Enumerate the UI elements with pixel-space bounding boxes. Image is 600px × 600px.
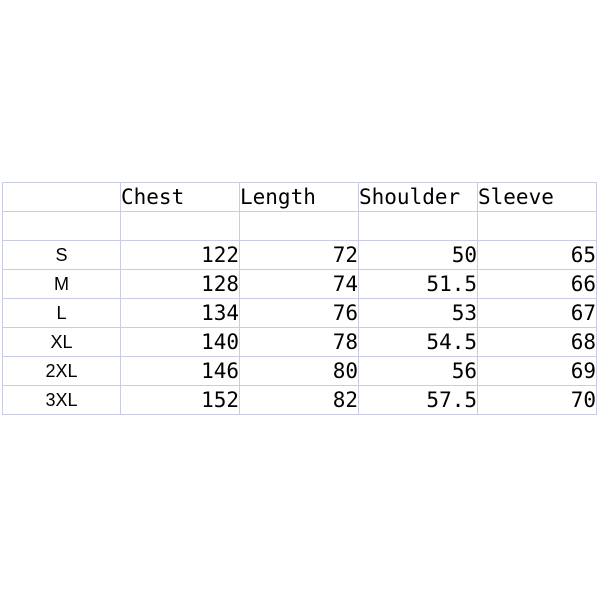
cell-chest: 140 (120, 327, 240, 357)
table-spacer-row (2, 211, 597, 241)
table-row: 2XL 146 80 56 69 (2, 356, 597, 386)
cell-sleeve: 70 (477, 385, 597, 415)
table-row: M 128 74 51.5 66 (2, 269, 597, 299)
cell-length: 72 (239, 240, 359, 270)
cell-shoulder: 50 (358, 240, 478, 270)
cell-size: M (2, 269, 121, 299)
cell-sleeve: 65 (477, 240, 597, 270)
cell-sleeve: 69 (477, 356, 597, 386)
header-cell-shoulder: Shoulder (358, 182, 478, 212)
cell-chest: 122 (120, 240, 240, 270)
cell-shoulder: 54.5 (358, 327, 478, 357)
cell-chest: 152 (120, 385, 240, 415)
table-header-row: Chest Length Shoulder Sleeve (2, 182, 597, 212)
cell-length: 82 (239, 385, 359, 415)
cell-length: 80 (239, 356, 359, 386)
header-cell-chest: Chest (120, 182, 240, 212)
cell-chest: 146 (120, 356, 240, 386)
cell-chest: 128 (120, 269, 240, 299)
cell-size: XL (2, 327, 121, 357)
header-cell-length: Length (239, 182, 359, 212)
size-chart-table: Chest Length Shoulder Sleeve S 122 72 50… (2, 182, 597, 415)
size-chart-container: Chest Length Shoulder Sleeve S 122 72 50… (2, 182, 597, 415)
table-row: XL 140 78 54.5 68 (2, 327, 597, 357)
cell-shoulder: 57.5 (358, 385, 478, 415)
spacer-cell-1 (120, 211, 240, 241)
cell-sleeve: 68 (477, 327, 597, 357)
table-row: L 134 76 53 67 (2, 298, 597, 328)
table-row: 3XL 152 82 57.5 70 (2, 385, 597, 415)
cell-sleeve: 67 (477, 298, 597, 328)
cell-size: L (2, 298, 121, 328)
cell-size: 3XL (2, 385, 121, 415)
cell-size: S (2, 240, 121, 270)
cell-chest: 134 (120, 298, 240, 328)
spacer-cell-3 (358, 211, 478, 241)
cell-length: 74 (239, 269, 359, 299)
spacer-cell-4 (477, 211, 597, 241)
spacer-cell-2 (239, 211, 359, 241)
cell-sleeve: 66 (477, 269, 597, 299)
header-cell-sleeve: Sleeve (477, 182, 597, 212)
cell-length: 76 (239, 298, 359, 328)
cell-length: 78 (239, 327, 359, 357)
spacer-cell-0 (2, 211, 121, 241)
cell-shoulder: 53 (358, 298, 478, 328)
header-cell-corner (2, 182, 121, 212)
cell-shoulder: 56 (358, 356, 478, 386)
cell-shoulder: 51.5 (358, 269, 478, 299)
table-row: S 122 72 50 65 (2, 240, 597, 270)
cell-size: 2XL (2, 356, 121, 386)
